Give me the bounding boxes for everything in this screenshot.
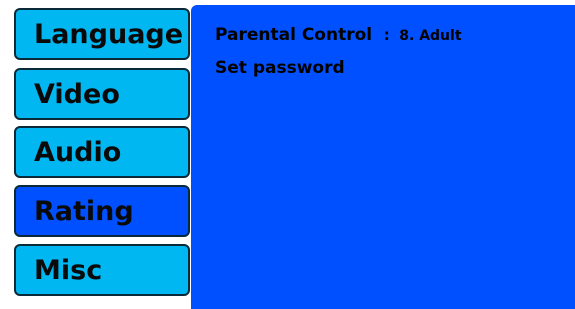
parental-control-separator: : (383, 26, 390, 44)
menu-item-label: Language (34, 18, 184, 50)
menu-item-label: Misc (34, 254, 103, 286)
parental-control-row[interactable]: Parental Control : 8. Adult (215, 25, 462, 45)
menu-item-audio[interactable]: Audio (14, 126, 190, 178)
menu-item-label: Audio (34, 136, 122, 168)
menu-item-rating[interactable]: Rating (14, 185, 190, 237)
menu-item-language[interactable]: Language (14, 8, 190, 60)
rating-settings-panel: Parental Control : 8. Adult Set password (191, 5, 575, 309)
menu-item-label: Rating (34, 195, 134, 227)
set-password-label: Set password (215, 58, 345, 78)
setup-screen: Language Video Audio Rating Misc Parenta… (0, 0, 575, 309)
parental-control-label: Parental Control (215, 25, 373, 45)
menu-item-video[interactable]: Video (14, 68, 190, 120)
menu-item-label: Video (34, 78, 120, 110)
menu-item-misc[interactable]: Misc (14, 244, 190, 296)
parental-control-value[interactable]: 8. Adult (399, 28, 461, 44)
set-password-row[interactable]: Set password (215, 58, 345, 78)
